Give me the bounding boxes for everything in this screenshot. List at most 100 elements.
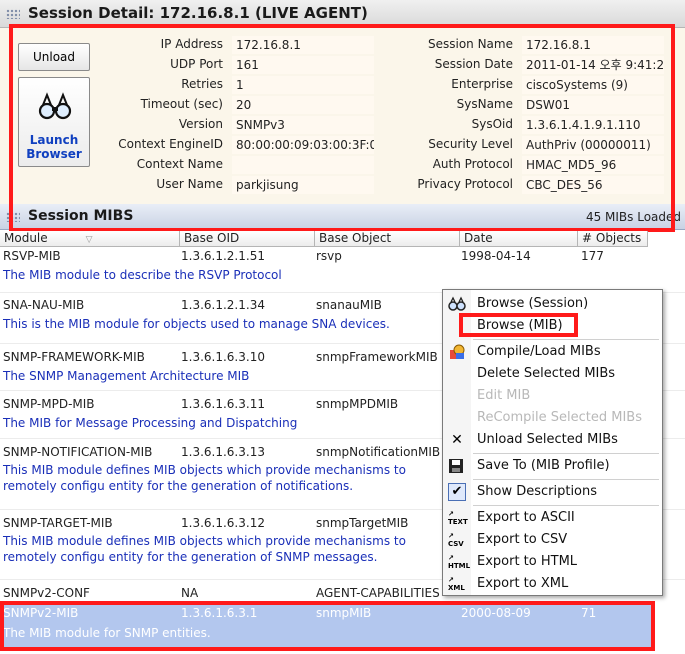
menu-item-export-ascii[interactable]: ↗ TEXT Export to ASCII — [444, 507, 661, 529]
col-header-base-oid[interactable]: Base OID — [180, 231, 315, 247]
row-object: AGENT-CAPABILITIES — [316, 586, 440, 600]
retries-label: Retries — [181, 77, 223, 91]
row-module: SNMPv2-CONF — [3, 586, 90, 600]
drag-grip-icon[interactable] — [6, 9, 20, 19]
menu-item-export-csv[interactable]: ↗ CSV Export to CSV — [444, 529, 661, 551]
privacy-protocol-value: CBC_DES_56 — [522, 176, 664, 194]
menu-separator — [473, 505, 659, 506]
row-module: SNMP-FRAMEWORK-MIB — [3, 350, 145, 364]
row-module: SNMP-TARGET-MIB — [3, 516, 113, 530]
row-module: RSVP-MIB — [3, 249, 61, 263]
menu-separator — [473, 453, 659, 454]
row-oid: 1.3.6.1.6.3.1 — [181, 606, 258, 620]
col-header-module[interactable]: Module ▽ — [0, 231, 180, 247]
menu-item-edit-mib[interactable]: Edit MIB — [444, 385, 661, 407]
floppy-icon — [448, 458, 466, 474]
compile-icon — [448, 344, 466, 360]
row-oid: 1.3.6.1.6.3.10 — [181, 350, 265, 364]
menu-item-browse-mib[interactable]: Browse (MIB) — [444, 315, 661, 337]
timeout-label: Timeout (sec) — [140, 97, 223, 111]
unload-button[interactable]: Unload — [18, 43, 90, 71]
auth-protocol-label: Auth Protocol — [432, 157, 513, 171]
col-header-base-object[interactable]: Base Object — [315, 231, 460, 247]
menu-item-export-xml[interactable]: ↗ XML Export to XML — [444, 573, 661, 595]
row-object: snmpTargetMIB — [316, 516, 409, 530]
retries-value: 1 — [232, 76, 374, 94]
row-oid: 1.3.6.1.6.3.13 — [181, 445, 265, 459]
row-oid: 1.3.6.1.6.3.12 — [181, 516, 265, 530]
session-detail-titlebar: Session Detail: 172.16.8.1 (LIVE AGENT) — [0, 0, 685, 28]
export-html-icon: ↗ HTML — [448, 554, 471, 570]
row-description: The MIB module for SNMP entities. — [3, 626, 211, 640]
timeout-value: 20 — [232, 96, 374, 114]
table-row-selected[interactable]: SNMPv2-MIB 1.3.6.1.6.3.1 snmpMIB 2000-08… — [0, 603, 654, 651]
row-oid: 1.3.6.1.2.1.51 — [181, 249, 265, 263]
row-description: This is the MIB module for objects used … — [3, 317, 390, 331]
row-description: The MIB for Message Processing and Dispa… — [3, 416, 298, 430]
row-module: SNMP-MPD-MIB — [3, 397, 95, 411]
row-module: SNMPv2-MIB — [3, 606, 79, 620]
context-name-label: Context Name — [136, 157, 223, 171]
export-xml-icon: ↗ XML — [448, 576, 465, 592]
row-object: snmpMIB — [316, 606, 372, 620]
row-objects: 177 — [581, 249, 604, 263]
menu-item-compile-load[interactable]: Compile/Load MIBs — [444, 341, 661, 363]
row-oid: NA — [181, 586, 199, 600]
context-menu: Browse (Session) Browse (MIB) Compile/Lo… — [442, 289, 663, 596]
menu-item-unload-selected[interactable]: ✕ Unload Selected MIBs — [444, 429, 661, 451]
row-object: snmpFrameworkMIB — [316, 350, 438, 364]
context-engineid-value: 80:00:00:09:03:00:3F:0... — [232, 136, 374, 154]
session-mibs-title: Session MIBS — [28, 208, 134, 224]
version-value: SNMPv3 — [232, 116, 374, 134]
row-module: SNMP-NOTIFICATION-MIB — [3, 445, 153, 459]
col-header-objects[interactable]: # Objects — [578, 231, 648, 247]
security-level-value: AuthPriv (00000011) — [522, 136, 664, 154]
udp-port-label: UDP Port — [170, 57, 223, 71]
row-description: The SNMP Management Architecture MIB — [3, 369, 250, 383]
row-oid: 1.3.6.1.6.3.11 — [181, 397, 265, 411]
col-header-date[interactable]: Date — [460, 231, 578, 247]
ip-address-label: IP Address — [160, 37, 223, 51]
menu-item-show-descriptions[interactable]: ✔ Show Descriptions — [444, 481, 661, 503]
sysname-label: SysName — [456, 97, 513, 111]
row-description: The MIB module to describe the RSVP Prot… — [3, 268, 282, 282]
ip-address-value: 172.16.8.1 — [232, 36, 374, 54]
context-engineid-label: Context EngineID — [118, 137, 223, 151]
checkmark-icon: ✔ — [448, 483, 466, 501]
version-label: Version — [178, 117, 223, 131]
session-date-value: 2011-01-14 오후 9:41:23 — [522, 56, 664, 74]
session-name-value: 172.16.8.1 — [522, 36, 664, 54]
sort-arrow-icon: ▽ — [85, 235, 93, 245]
launch-browser-button[interactable]: Launch Browser — [18, 77, 90, 167]
row-object: snanauMIB — [316, 298, 382, 312]
mibs-loaded-count: 45 MIBs Loaded — [585, 210, 681, 224]
sysoid-label: SysOid — [471, 117, 513, 131]
row-date: 2000-08-09 — [461, 606, 531, 620]
enterprise-label: Enterprise — [451, 77, 513, 91]
session-mibs-header: Session MIBS 45 MIBs Loaded — [0, 204, 685, 230]
enterprise-value: ciscoSystems (9) — [522, 76, 664, 94]
drag-grip-icon[interactable] — [6, 212, 20, 222]
menu-item-export-html[interactable]: ↗ HTML Export to HTML — [444, 551, 661, 573]
menu-item-browse-session[interactable]: Browse (Session) — [444, 293, 661, 315]
binoculars-icon — [448, 296, 466, 312]
menu-item-save-to-profile[interactable]: Save To (MIB Profile) — [444, 455, 661, 477]
sysoid-value: 1.3.6.1.4.1.9.1.110 — [522, 116, 664, 134]
menu-separator — [473, 479, 659, 480]
session-name-label: Session Name — [427, 37, 513, 51]
session-date-label: Session Date — [434, 57, 513, 71]
sysname-value: DSW01 — [522, 96, 664, 114]
row-description: This MIB module defines MIB objects whic… — [3, 463, 406, 493]
launch-browser-label: Launch Browser — [26, 133, 82, 161]
row-object: snmpMPDMIB — [316, 397, 399, 411]
row-objects: 71 — [581, 606, 597, 620]
privacy-protocol-label: Privacy Protocol — [417, 177, 513, 191]
close-icon: ✕ — [451, 432, 463, 448]
row-date: 1998-04-14 — [461, 249, 531, 263]
window-title: Session Detail: 172.16.8.1 (LIVE AGENT) — [28, 4, 368, 22]
menu-separator — [473, 339, 659, 340]
menu-item-recompile[interactable]: ReCompile Selected MIBs — [444, 407, 661, 429]
binoculars-icon — [38, 92, 72, 120]
udp-port-value: 161 — [232, 56, 374, 74]
menu-item-delete-selected[interactable]: Delete Selected MIBs — [444, 363, 661, 385]
